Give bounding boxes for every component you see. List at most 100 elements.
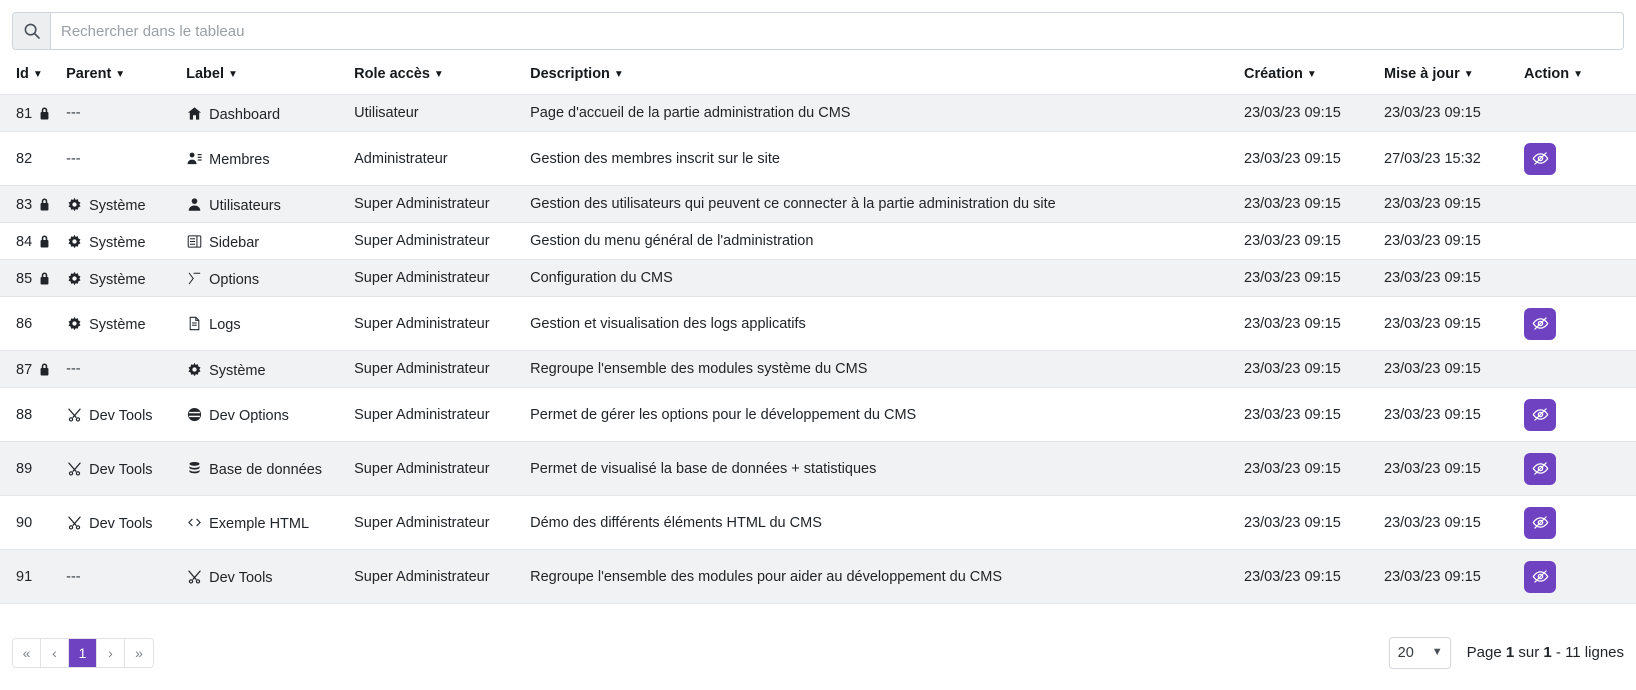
table-row[interactable]: 87 --- Système Super Administrateur Regroupe…: [0, 350, 1636, 388]
table-row[interactable]: 88 Dev Tools Dev Options Super Administrate…: [0, 387, 1636, 442]
row-description: Démo des différents éléments HTML du CMS: [530, 514, 822, 531]
sort-caret-icon[interactable]: ▼: [115, 69, 125, 80]
row-role: Super Administrateur: [354, 406, 490, 423]
column-header-updated[interactable]: Mise à jour ▼: [1376, 62, 1516, 95]
column-header-label[interactable]: Label ▼: [178, 62, 347, 95]
sort-caret-icon[interactable]: ▼: [228, 69, 238, 80]
pagination-page-1-button[interactable]: 1: [69, 638, 97, 667]
cell-creation: 23/03/23 09:15: [1236, 549, 1376, 604]
row-creation: 23/03/23 09:15: [1244, 105, 1341, 121]
row-id: 82: [16, 150, 33, 167]
sort-caret-icon[interactable]: ▼: [1307, 69, 1317, 80]
cell-action: [1516, 549, 1636, 604]
cell-creation: 23/03/23 09:15: [1236, 259, 1376, 297]
toggle-visibility-button[interactable]: [1524, 452, 1556, 485]
row-description: Gestion du menu général de l'administrat…: [530, 233, 814, 249]
table-row[interactable]: 91 --- Dev Tools Super Administrateur Regrou…: [0, 549, 1636, 604]
row-role: Super Administrateur: [354, 568, 490, 585]
cell-parent: Système: [58, 185, 179, 223]
sort-caret-icon[interactable]: ▼: [1464, 69, 1474, 80]
column-header-id[interactable]: Id ▼: [0, 62, 59, 95]
lock-icon: [39, 234, 50, 252]
row-label: Exemple HTML: [209, 516, 310, 532]
table-row[interactable]: 86 Système Logs Super Administrateur Gestion…: [0, 296, 1636, 351]
database-icon: [186, 461, 203, 480]
cell-action: [1516, 296, 1636, 351]
row-description: Page d'accueil de la partie administrati…: [530, 105, 851, 121]
cell-parent: Dev Tools: [58, 495, 179, 550]
search-icon: [13, 13, 51, 49]
column-header-parent[interactable]: Parent ▼: [58, 62, 179, 95]
row-description: Gestion des utilisateurs qui peuvent ce …: [530, 196, 1056, 212]
eye-slash-icon: [1532, 315, 1549, 332]
cell-description: Permet de gérer les options pour le déve…: [522, 387, 1236, 442]
lock-icon: [39, 271, 50, 289]
file-text-icon: [186, 316, 203, 335]
sort-caret-icon[interactable]: ▼: [434, 69, 444, 80]
table-page: Id▼ Parent▼ Label▼ Role accès▼ Descripti…: [0, 0, 1636, 690]
row-updated: 23/03/23 09:15: [1384, 361, 1481, 377]
header-label-action: Action: [1524, 66, 1570, 82]
column-header-creation[interactable]: Création ▼: [1236, 62, 1376, 95]
table-row[interactable]: 81 --- Dashboard Utilisateur Page d'accueil …: [0, 94, 1636, 132]
row-creation: 23/03/23 09:15: [1244, 196, 1341, 212]
sort-caret-icon[interactable]: ▼: [1573, 69, 1583, 80]
column-header-action[interactable]: Action ▼: [1516, 62, 1636, 95]
users-group-icon: [186, 151, 203, 170]
table-row[interactable]: 82 --- Membres Administrateur Gestion des me…: [0, 131, 1636, 186]
cell-label: Utilisateurs: [178, 185, 347, 223]
rows-per-page-wrapper[interactable]: 20 ▼: [1388, 636, 1451, 669]
table-row[interactable]: 89 Dev Tools Base de données Super Administ…: [0, 441, 1636, 496]
gear-icon: [186, 362, 203, 381]
row-id: 90: [16, 514, 33, 531]
table-row[interactable]: 85 Système Options Super Administrateur Conf…: [0, 259, 1636, 297]
header-row: Id ▼ Parent ▼ Label ▼ Role accès ▼ Descripti…: [0, 62, 1636, 95]
row-label: Membres: [209, 152, 270, 168]
row-parent: Système: [89, 271, 146, 288]
table-row[interactable]: 84 Système Sidebar Super Administrateur Gest…: [0, 222, 1636, 260]
page-info-total: 1: [1543, 644, 1552, 661]
toggle-visibility-button[interactable]: [1524, 142, 1556, 175]
column-header-description[interactable]: Description ▼: [522, 62, 1236, 95]
row-updated: 23/03/23 09:15: [1384, 233, 1481, 249]
pagination-first-button[interactable]: «: [13, 638, 41, 667]
cell-id: 82: [0, 131, 59, 186]
eye-slash-icon: [1532, 150, 1549, 167]
cell-label: Sidebar: [178, 222, 347, 260]
toggle-visibility-button[interactable]: [1524, 398, 1556, 431]
row-parent: ---: [66, 150, 81, 167]
tools-icon: [66, 407, 83, 426]
pagination-last-button[interactable]: »: [125, 638, 153, 667]
column-header-role[interactable]: Role accès ▼: [346, 62, 523, 95]
tools-icon: [66, 515, 83, 534]
toggle-visibility-button[interactable]: [1524, 307, 1556, 340]
cell-parent: ---: [58, 549, 179, 604]
row-id: 87: [16, 361, 33, 378]
toggle-visibility-button[interactable]: [1524, 560, 1556, 593]
pagination-prev-button[interactable]: ‹: [41, 638, 69, 667]
search-bar[interactable]: [12, 12, 1624, 50]
data-table: Id ▼ Parent ▼ Label ▼ Role accès ▼ Descripti…: [0, 62, 1636, 604]
search-input[interactable]: [51, 13, 1623, 49]
cell-action: [1516, 387, 1636, 442]
cell-id: 89: [0, 441, 59, 496]
cell-updated: 27/03/23 15:32: [1376, 131, 1516, 186]
pagination[interactable]: « ‹ 1 › »: [12, 637, 154, 668]
sort-caret-icon[interactable]: ▼: [33, 69, 43, 80]
table-row[interactable]: 90 Dev Tools Exemple HTML Super Administrat…: [0, 495, 1636, 550]
cell-label: Dashboard: [178, 94, 347, 132]
row-parent: Système: [89, 317, 146, 333]
row-role: Super Administrateur: [354, 460, 490, 477]
sort-caret-icon[interactable]: ▼: [614, 69, 624, 80]
cell-updated: 23/03/23 09:15: [1376, 296, 1516, 351]
toggle-visibility-button[interactable]: [1524, 506, 1556, 539]
row-parent: ---: [66, 361, 81, 377]
table-row[interactable]: 83 Système Utilisateurs Super Administrateu…: [0, 185, 1636, 223]
pagination-next-button[interactable]: ›: [97, 638, 125, 667]
rows-per-page-select[interactable]: 20: [1388, 636, 1451, 669]
cell-action: [1516, 495, 1636, 550]
table-body: 81 --- Dashboard Utilisateur Page d'accueil …: [0, 94, 1636, 604]
header-label-description: Description: [530, 66, 610, 82]
cell-creation: 23/03/23 09:15: [1236, 350, 1376, 388]
cell-creation: 23/03/23 09:15: [1236, 185, 1376, 223]
